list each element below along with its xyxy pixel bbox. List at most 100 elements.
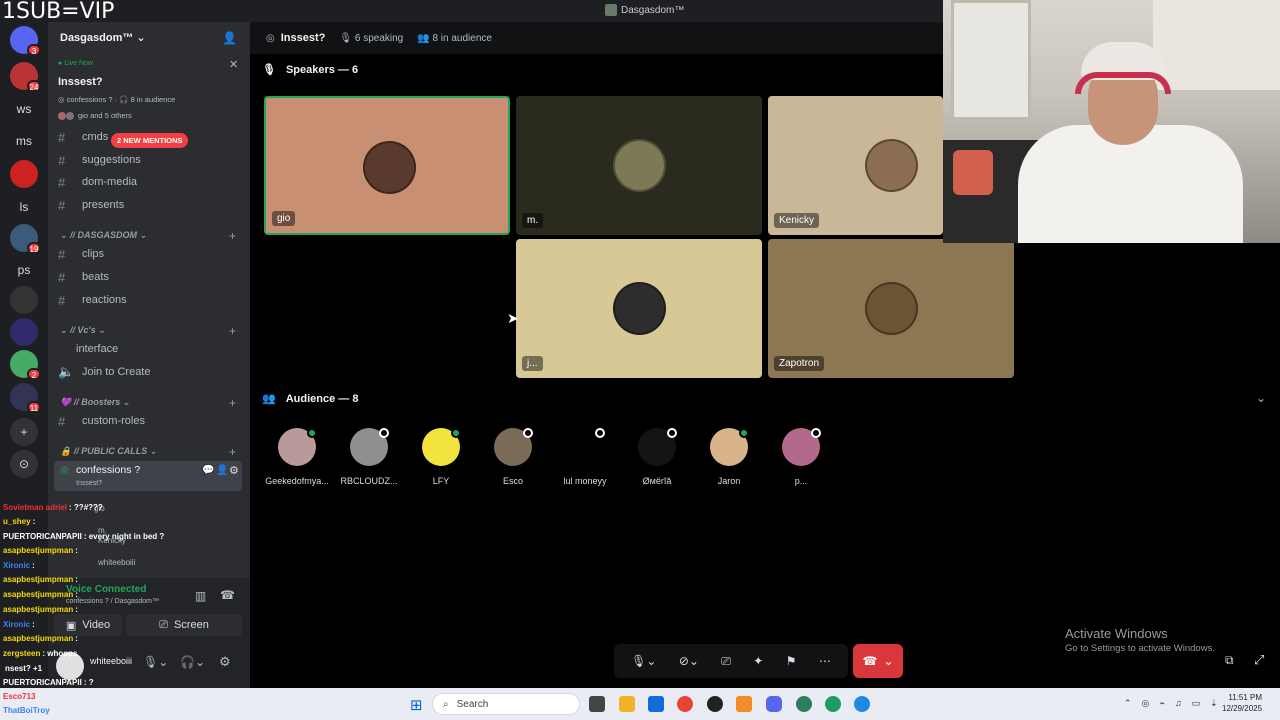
headphones-icon[interactable]: 🎧⌄: [180, 655, 205, 669]
channel-dom-media[interactable]: # dom-media: [58, 174, 137, 190]
close-icon[interactable]: ✕: [229, 58, 238, 71]
fullscreen-icon[interactable]: ⤢: [1254, 652, 1264, 668]
browser-icon[interactable]: [825, 696, 841, 712]
server-icon[interactable]: 2: [10, 350, 41, 380]
vlc-icon[interactable]: [736, 696, 752, 712]
channel-custom-roles[interactable]: # custom-roles: [58, 413, 145, 429]
chat-icon[interactable]: 💬: [202, 465, 214, 476]
channel-suggestions[interactable]: # suggestions: [58, 152, 141, 168]
discover-icon[interactable]: ⊙: [10, 450, 38, 478]
steam-icon[interactable]: [707, 696, 723, 712]
speaker-tile[interactable]: m.: [516, 96, 762, 235]
avatar: [363, 141, 416, 194]
moderator-icon[interactable]: ⚑: [786, 654, 797, 668]
channel-cmds[interactable]: # cmds: [58, 129, 108, 145]
add-channel-icon[interactable]: +: [229, 396, 236, 410]
channel-join-to-create[interactable]: 🔈 Join to Create: [58, 364, 150, 380]
screen-share-button[interactable]: ⎚ Screen: [126, 614, 242, 636]
server-icon[interactable]: 11: [10, 383, 41, 413]
audience-member[interactable]: RBCLOUDZ...: [333, 428, 405, 486]
stage-icon: ◎: [60, 465, 69, 476]
task-view-icon[interactable]: [589, 696, 605, 712]
server-icon[interactable]: ps: [10, 256, 38, 284]
audience-member[interactable]: Jaron: [693, 428, 765, 486]
mic-icon[interactable]: 🎙⌄: [143, 655, 168, 669]
chat-text: :: [32, 620, 35, 629]
server-icon[interactable]: 24: [10, 62, 41, 92]
category-dasgasdom[interactable]: ⌄ // DASGASDOM ⌄: [60, 230, 147, 241]
mic-icon[interactable]: 🎙⌄: [631, 654, 656, 668]
disconnect-icon[interactable]: ☎: [220, 588, 235, 602]
file-explorer-icon[interactable]: [619, 696, 635, 712]
start-icon[interactable]: ⊞: [410, 696, 423, 714]
chat-user: Sovietman adriel: [3, 503, 68, 512]
audience-member[interactable]: Esco: [477, 428, 549, 486]
more-icon[interactable]: ⋯: [819, 654, 831, 668]
system-tray-icons[interactable]: ⌃◎⌁♫▭⇣: [1124, 698, 1228, 709]
category-boosters[interactable]: 💜 // Boosters ⌄: [60, 397, 130, 408]
channel-label: reactions: [82, 294, 127, 306]
server-name[interactable]: Dasgasdom™ ⌄: [60, 31, 146, 44]
member-whiteeboiii[interactable]: whiteeboiii: [98, 552, 135, 574]
speaker-tile[interactable]: gio: [264, 96, 510, 235]
channel-clips[interactable]: # clips: [58, 246, 104, 262]
speaker-tile[interactable]: Kenicky: [768, 96, 943, 235]
noise-suppression-icon[interactable]: ▥: [195, 589, 206, 603]
add-channel-icon[interactable]: +: [229, 229, 236, 243]
stage-topbar: ◎ Inssest? 🎙 6 speaking 👥 8 in audience: [250, 22, 943, 54]
audience-member[interactable]: lul moneyy: [549, 428, 621, 486]
speaker-tile[interactable]: j...: [516, 239, 762, 378]
chat-user: Xironic: [3, 561, 31, 570]
store-icon[interactable]: [648, 696, 664, 712]
chrome-icon[interactable]: [677, 696, 693, 712]
gear-icon[interactable]: ⚙: [229, 464, 239, 477]
add-channel-icon[interactable]: +: [229, 324, 236, 338]
taskbar-search[interactable]: ⌕ Search: [432, 693, 580, 715]
activities-icon[interactable]: ✦: [753, 654, 763, 668]
server-icon[interactable]: ms: [10, 127, 38, 155]
speaker-tile[interactable]: Zapotron: [768, 239, 1014, 378]
server-icon[interactable]: [10, 286, 38, 314]
channel-beats[interactable]: # beats: [58, 269, 109, 285]
audience-member[interactable]: p...: [765, 428, 837, 486]
browser-icon[interactable]: [796, 696, 812, 712]
discord-icon[interactable]: [766, 696, 782, 712]
live-stage-title[interactable]: Inssest?: [58, 76, 103, 88]
screen-share-icon[interactable]: ⎚: [721, 654, 731, 669]
add-server-icon[interactable]: +: [10, 418, 38, 446]
camera-off-icon[interactable]: ⊘⌄: [679, 654, 699, 668]
video-button[interactable]: ▣ Video: [54, 614, 122, 636]
category-public-calls[interactable]: 🔒 // PUBLIC CALLS ⌄: [60, 446, 157, 457]
server-icon[interactable]: [10, 160, 38, 188]
taskbar-clock[interactable]: 11:51 PM 12/29/2025: [1222, 692, 1262, 714]
edge-icon[interactable]: [854, 696, 870, 712]
channel-presents[interactable]: # presents: [58, 197, 124, 213]
chevron-down-icon[interactable]: ⌄: [1256, 391, 1266, 405]
stage-speaking-count: 🎙 6 speaking: [339, 32, 404, 44]
hash-icon: #: [58, 269, 66, 285]
live-stage-people: gio and 5 others: [58, 111, 132, 121]
active-channel[interactable]: ◎ confessions ? Inssest? 💬 👤 ⚙: [54, 461, 242, 491]
channel-interface[interactable]: interface: [58, 341, 118, 357]
audience-member[interactable]: Geekedofmya...: [261, 428, 333, 486]
voice-connected-status[interactable]: Voice Connected: [66, 584, 146, 595]
audience-member[interactable]: LFY: [405, 428, 477, 486]
camera-icon: ▣: [65, 619, 77, 632]
server-icon[interactable]: [10, 318, 38, 346]
server-icon[interactable]: 3: [10, 26, 41, 56]
category-vcs[interactable]: ⌄ // Vc's ⌄: [60, 325, 106, 336]
popout-icon[interactable]: ⧉: [1225, 653, 1234, 668]
server-icon[interactable]: ws: [10, 95, 38, 123]
audience-member[interactable]: Øмёrĭă: [621, 428, 693, 486]
audience-name: Øмёrĭă: [642, 476, 672, 486]
new-mentions-pill[interactable]: 2 NEW MENTIONS: [111, 133, 189, 148]
gear-icon[interactable]: ⚙: [219, 654, 231, 670]
add-member-icon[interactable]: 👤: [222, 31, 237, 45]
stream-overlay-text: 1SUB=VIP: [2, 0, 115, 24]
channel-reactions[interactable]: # reactions: [58, 292, 127, 308]
server-icon[interactable]: ls: [10, 193, 38, 221]
leave-stage-button[interactable]: ☎ ⌄: [853, 644, 903, 678]
add-channel-icon[interactable]: +: [229, 445, 236, 459]
add-member-icon[interactable]: 👤: [216, 465, 228, 476]
server-icon[interactable]: 19: [10, 224, 41, 254]
